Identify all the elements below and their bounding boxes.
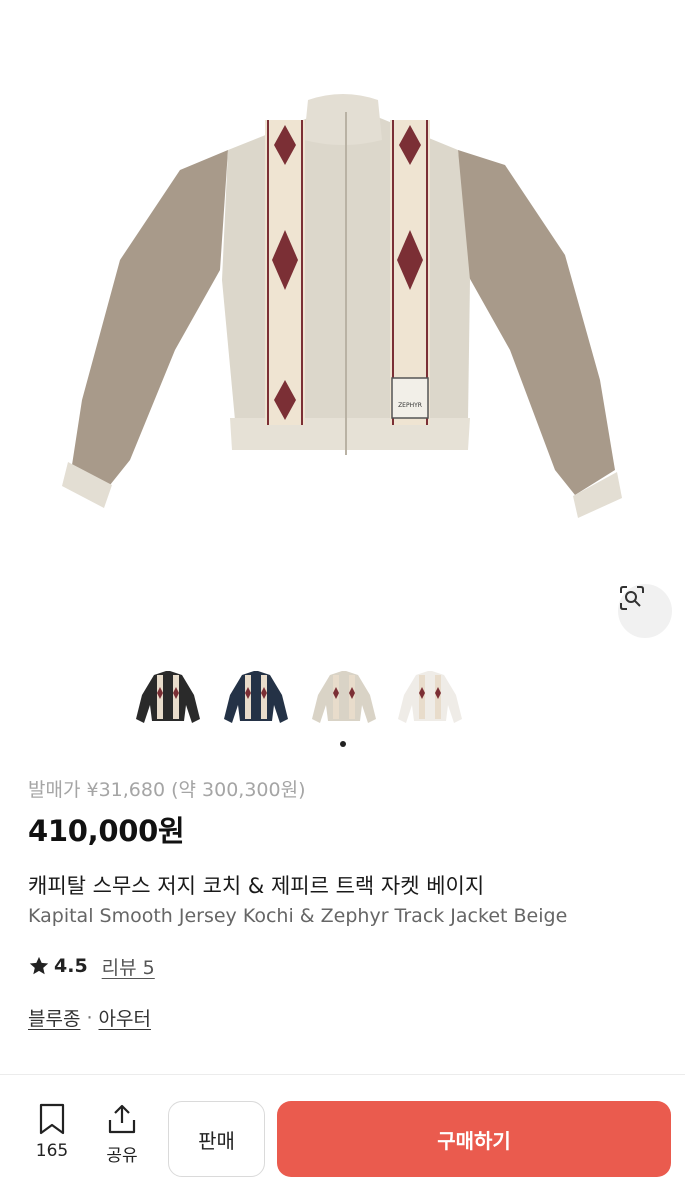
share-label: 공유 [106, 1146, 138, 1166]
rating-score: 4.5 [54, 955, 88, 977]
rating-row: 4.5 리뷰 5 [28, 952, 155, 980]
thumbnail-strip [0, 665, 685, 735]
divider [0, 1074, 685, 1075]
page-indicator [0, 741, 685, 749]
bottom-action-bar: 165 공유 판매 구매하기 [0, 1085, 685, 1200]
thumbnail-jacket-icon [224, 671, 288, 723]
category-link-outer[interactable]: 아우터 [99, 1004, 151, 1031]
thumbnail-jacket-icon [398, 671, 462, 723]
product-image[interactable]: ZEPHYR [0, 0, 685, 655]
product-title-en: Kapital Smooth Jersey Kochi & Zephyr Tra… [28, 905, 568, 927]
thumbnail-navy[interactable] [220, 665, 292, 729]
lens-search-button[interactable] [618, 584, 672, 638]
bookmark-count: 165 [35, 1141, 69, 1161]
buy-button[interactable]: 구매하기 [277, 1101, 671, 1177]
product-title-ko: 캐피탈 스무스 저지 코치 & 제피르 트랙 자켓 베이지 [28, 874, 485, 898]
thumbnail-beige[interactable] [308, 665, 380, 729]
patch-label: ZEPHYR [398, 402, 422, 409]
category-link-blouson[interactable]: 블루종 [28, 1004, 80, 1031]
page-dot-active [340, 741, 346, 747]
thumbnail-jacket-icon [136, 671, 200, 723]
review-link[interactable]: 리뷰 5 [102, 953, 155, 980]
category-breadcrumb: 블루종 · 아우터 [28, 1004, 151, 1031]
share-button[interactable]: 공유 [92, 1103, 152, 1166]
bookmark-icon [39, 1103, 65, 1135]
jacket-illustration [62, 94, 622, 518]
thumbnail-black[interactable] [132, 665, 204, 729]
thumbnail-white[interactable] [394, 665, 466, 729]
lens-search-icon [620, 586, 644, 610]
release-price: 발매가 ¥31,680 (약 300,300원) [28, 779, 306, 801]
star-icon [29, 956, 49, 975]
bookmark-button[interactable]: 165 [22, 1103, 82, 1161]
price: 410,000원 [28, 814, 185, 848]
share-icon [108, 1104, 136, 1134]
thumbnail-jacket-icon [312, 671, 376, 723]
sell-button[interactable]: 판매 [168, 1101, 265, 1177]
category-separator: · [86, 1006, 93, 1029]
